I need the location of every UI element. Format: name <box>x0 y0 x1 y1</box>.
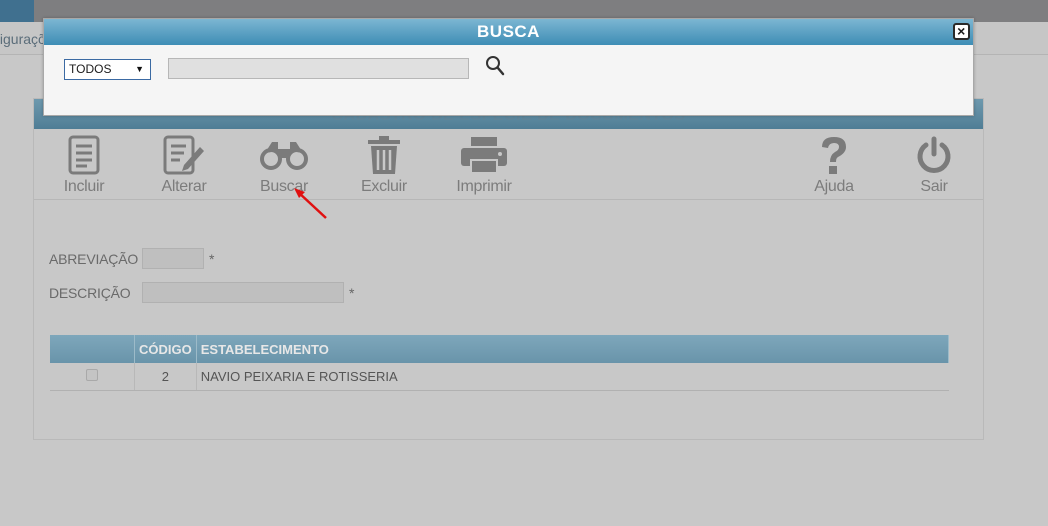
descricao-row: DESCRIÇÃO * <box>49 282 354 303</box>
filter-select[interactable]: TODOS ▼ <box>64 59 151 80</box>
printer-icon <box>461 137 507 174</box>
power-icon <box>917 136 951 173</box>
header-codigo[interactable]: CÓDIGO <box>134 335 197 363</box>
incluir-button[interactable]: Incluir <box>44 133 124 196</box>
header-estabelecimento[interactable]: ESTABELECIMENTO <box>196 335 950 363</box>
annotation-arrow-icon <box>294 188 327 219</box>
estabelecimento-table: CÓDIGO ESTABELECIMENTO 2 NAVIO PEIXARIA … <box>50 335 950 391</box>
imprimir-button[interactable]: Imprimir <box>444 133 524 196</box>
row-codigo: 2 <box>134 363 197 391</box>
dialog-titlebar: BUSCA × <box>44 19 973 45</box>
descricao-label: DESCRIÇÃO <box>49 284 131 301</box>
incluir-label: Incluir <box>63 178 105 195</box>
descricao-input[interactable] <box>142 282 344 303</box>
required-marker: * <box>349 284 355 301</box>
abreviacao-row: ABREVIAÇÃO * <box>49 248 214 269</box>
row-estabelecimento: NAVIO PEIXARIA E ROTISSERIA <box>196 363 949 391</box>
abreviacao-label: ABREVIAÇÃO <box>49 250 139 267</box>
binoculars-icon <box>260 142 308 170</box>
close-icon[interactable]: × <box>953 23 970 40</box>
row-select-cell <box>50 363 135 391</box>
ajuda-label: Ajuda <box>814 178 854 195</box>
trash-icon <box>368 136 400 174</box>
alterar-label: Alterar <box>161 178 207 195</box>
alterar-button[interactable]: Alterar <box>144 133 224 196</box>
table-row[interactable]: 2 NAVIO PEIXARIA E ROTISSERIA <box>50 363 949 391</box>
search-icon[interactable] <box>485 55 505 77</box>
menu-item-configuracoes[interactable]: figuraçõ <box>0 31 46 47</box>
imprimir-label: Imprimir <box>456 178 512 195</box>
help-icon <box>822 137 846 174</box>
filter-select-value: TODOS <box>69 62 112 76</box>
busca-dialog: BUSCA × TODOS ▼ <box>43 18 974 116</box>
sair-label: Sair <box>920 178 948 195</box>
row-checkbox[interactable] <box>86 369 98 381</box>
dropdown-arrow-icon: ▼ <box>135 64 144 74</box>
alterar-icon <box>163 135 204 175</box>
search-input[interactable] <box>168 58 469 79</box>
cadastro-panel: CADASTRO DE ESPÉCIE DE DOCUMENTOS Inclui… <box>33 98 984 440</box>
abreviacao-input[interactable] <box>142 248 204 269</box>
toolbar: Incluir Alterar Buscar Excluir Imprimir … <box>34 129 983 200</box>
excluir-button[interactable]: Excluir <box>344 133 424 196</box>
excluir-label: Excluir <box>361 178 407 195</box>
table-header-row: CÓDIGO ESTABELECIMENTO <box>50 335 950 363</box>
ajuda-button[interactable]: Ajuda <box>794 133 874 196</box>
header-select <box>50 335 135 363</box>
dialog-title: BUSCA <box>477 22 540 41</box>
required-marker: * <box>209 250 215 267</box>
incluir-icon <box>68 135 100 175</box>
top-bar-accent <box>0 0 34 22</box>
sair-button[interactable]: Sair <box>894 133 974 196</box>
